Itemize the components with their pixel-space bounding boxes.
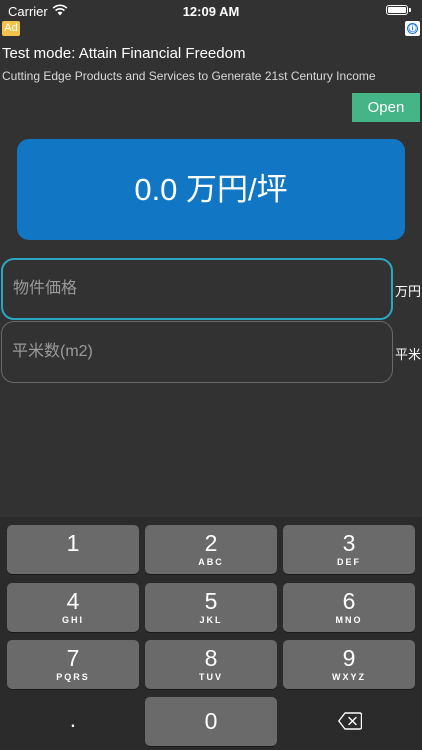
key-letters: ABC xyxy=(198,557,224,567)
key-3[interactable]: 3 DEF xyxy=(283,525,415,574)
key-backspace[interactable] xyxy=(283,697,415,746)
key-letters: MNO xyxy=(335,615,363,625)
key-decimal[interactable]: . xyxy=(7,697,139,746)
key-digit: 8 xyxy=(204,645,218,671)
info-icon: ⓘ xyxy=(407,23,418,34)
key-digit: 5 xyxy=(204,588,218,614)
ad-badge: Ad xyxy=(2,21,20,36)
ad-info-icon[interactable]: ⓘ xyxy=(405,21,420,36)
status-bar: Carrier 12:09 AM xyxy=(0,0,422,22)
ad-title[interactable]: Test mode: Attain Financial Freedom xyxy=(2,45,245,62)
key-letters: GHI xyxy=(61,615,84,625)
key-digit: 4 xyxy=(66,588,80,614)
key-letters: DEF xyxy=(337,557,361,567)
key-digit: . xyxy=(69,706,77,732)
key-digit: 2 xyxy=(204,530,218,556)
key-letters: PQRS xyxy=(56,672,90,682)
key-5[interactable]: 5 JKL xyxy=(145,583,277,632)
key-letters: WXYZ xyxy=(332,672,366,682)
key-2[interactable]: 2 ABC xyxy=(145,525,277,574)
key-digit: 0 xyxy=(204,708,218,734)
area-input[interactable] xyxy=(1,321,393,383)
key-8[interactable]: 8 TUV xyxy=(145,640,277,689)
battery-icon xyxy=(386,5,411,15)
key-digit: 6 xyxy=(342,588,356,614)
status-time: 12:09 AM xyxy=(182,4,240,19)
price-input[interactable] xyxy=(1,258,393,320)
key-1[interactable]: 1 xyxy=(7,525,139,574)
key-letters: JKL xyxy=(199,615,223,625)
key-digit: 9 xyxy=(342,645,356,671)
key-9[interactable]: 9 WXYZ xyxy=(283,640,415,689)
key-digit: 1 xyxy=(66,530,80,556)
price-unit-label: 万円 xyxy=(395,284,422,299)
key-7[interactable]: 7 PQRS xyxy=(7,640,139,689)
key-digit: 7 xyxy=(66,645,80,671)
ad-open-button[interactable]: Open xyxy=(352,93,420,122)
key-6[interactable]: 6 MNO xyxy=(283,583,415,632)
key-letters: TUV xyxy=(199,672,223,682)
key-digit: 3 xyxy=(342,530,356,556)
key-0[interactable]: 0 xyxy=(145,697,277,746)
numeric-keyboard: 1 2 ABC 3 DEF 4 GHI 5 JKL 6 MNO 7 PQRS 8… xyxy=(0,517,422,750)
ad-subtitle[interactable]: Cutting Edge Products and Services to Ge… xyxy=(2,69,376,83)
result-display: 0.0 万円/坪 xyxy=(17,139,405,240)
backspace-icon xyxy=(338,712,362,730)
key-4[interactable]: 4 GHI xyxy=(7,583,139,632)
area-unit-label: 平米 xyxy=(395,347,422,362)
